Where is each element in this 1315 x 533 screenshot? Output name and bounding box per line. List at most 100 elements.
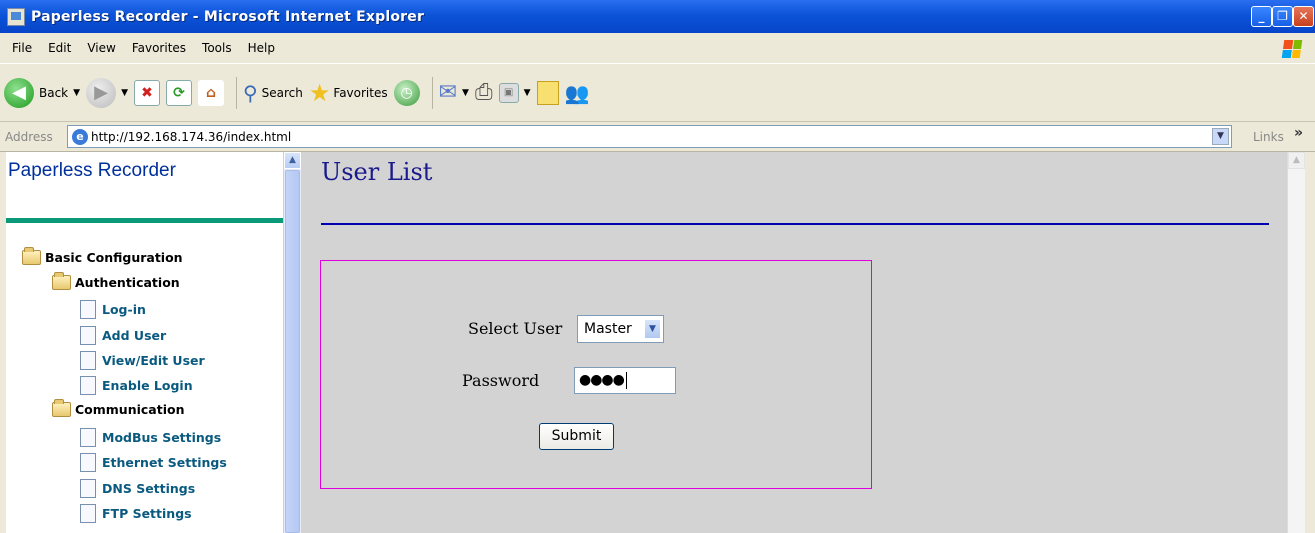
page-icon xyxy=(80,300,96,319)
tree-label: Log-in xyxy=(102,302,146,317)
page-icon xyxy=(80,504,96,523)
history-icon: ◷ xyxy=(393,79,420,106)
window-titlebar[interactable]: Paperless Recorder - Microsoft Internet … xyxy=(0,0,1315,33)
messenger-icon: 👥 xyxy=(564,80,590,105)
standard-toolbar: ◀ Back ▼ ▶ ▼ ✖ ⟳ ⌂ ⚲ Search ★ Favorites … xyxy=(0,64,1315,122)
forward-dropdown-icon[interactable]: ▼ xyxy=(121,88,128,98)
note-button[interactable] xyxy=(536,80,559,105)
tree-folder-basic-configuration[interactable]: Basic Configuration xyxy=(22,247,183,265)
submit-button[interactable]: Submit xyxy=(539,423,614,450)
home-button[interactable]: ⌂ xyxy=(197,79,224,106)
mail-icon: ✉ xyxy=(438,80,458,105)
back-dropdown-icon[interactable]: ▼ xyxy=(73,88,80,98)
refresh-button[interactable]: ⟳ xyxy=(165,79,192,106)
search-label: Search xyxy=(261,85,303,100)
tree-label: FTP Settings xyxy=(102,506,192,521)
menu-favorites[interactable]: Favorites xyxy=(124,41,194,55)
minimize-button[interactable]: _ xyxy=(1251,6,1272,27)
tree-item-ethernet-settings[interactable]: Ethernet Settings xyxy=(80,453,227,472)
tree-label: Basic Configuration xyxy=(45,250,183,265)
page-icon xyxy=(80,453,96,472)
messenger-button[interactable]: 👥 xyxy=(565,81,590,105)
tree-item-modbus-settings[interactable]: ModBus Settings xyxy=(80,428,221,447)
ie-window-icon[interactable] xyxy=(7,7,25,26)
scroll-thumb[interactable] xyxy=(285,170,300,533)
folder-open-icon xyxy=(22,247,41,265)
forward-arrow-icon: ▶ xyxy=(86,77,117,108)
brand-title: Paperless Recorder xyxy=(8,160,176,181)
user-select[interactable]: Master ▼ xyxy=(577,315,664,343)
tree-item-view-edit-user[interactable]: View/Edit User xyxy=(80,351,205,370)
stop-button[interactable]: ✖ xyxy=(133,79,160,106)
search-icon: ⚲ xyxy=(242,80,258,105)
tree-item-enable-login[interactable]: Enable Login xyxy=(80,376,193,395)
address-bar: Address e http://192.168.174.36/index.ht… xyxy=(0,122,1315,152)
edit-dropdown-icon[interactable]: ▼ xyxy=(524,88,531,98)
tree-label: DNS Settings xyxy=(102,481,196,496)
favorites-button[interactable]: ★ Favorites xyxy=(309,79,388,107)
folder-open-icon xyxy=(52,399,71,417)
tree-label: Authentication xyxy=(75,275,180,290)
ie-page-icon: e xyxy=(72,128,88,145)
page-icon xyxy=(80,479,96,498)
history-button[interactable]: ◷ xyxy=(393,79,420,106)
windows-logo-icon xyxy=(1281,40,1303,58)
tree-item-dns-settings[interactable]: DNS Settings xyxy=(80,479,195,498)
tree-folder-communication[interactable]: Communication xyxy=(52,399,185,417)
back-button[interactable]: ◀ Back ▼ xyxy=(4,77,80,108)
close-button[interactable]: ✕ xyxy=(1293,6,1314,27)
print-icon: ⎙ xyxy=(474,80,493,105)
page-icon xyxy=(80,351,96,370)
tree-folder-authentication[interactable]: Authentication xyxy=(52,272,180,290)
page-icon xyxy=(80,376,96,395)
folder-open-icon xyxy=(52,272,71,290)
menu-bar: File Edit View Favorites Tools Help xyxy=(0,33,1315,64)
menu-tools[interactable]: Tools xyxy=(194,41,240,55)
tree-label: Add User xyxy=(102,328,167,343)
scroll-up-icon[interactable]: ▲ xyxy=(1288,152,1305,169)
nav-frame: Paperless Recorder Basic Configuration A… xyxy=(0,152,283,533)
address-input[interactable]: e http://192.168.174.36/index.html ▼ xyxy=(67,125,1232,148)
search-button[interactable]: ⚲ Search xyxy=(243,81,303,105)
toolbar-separator xyxy=(431,76,433,109)
back-label: Back xyxy=(39,85,69,100)
menu-file[interactable]: File xyxy=(4,41,40,55)
address-label: Address xyxy=(5,129,53,144)
menu-help[interactable]: Help xyxy=(240,41,283,55)
tree-label: Ethernet Settings xyxy=(102,455,227,470)
back-arrow-icon: ◀ xyxy=(4,77,34,108)
mail-button[interactable]: ✉ ▼ xyxy=(439,80,469,105)
tree-label: ModBus Settings xyxy=(102,430,222,445)
password-field[interactable]: ●●●● xyxy=(574,367,676,394)
scroll-up-icon[interactable]: ▲ xyxy=(284,152,301,169)
favorites-label: Favorites xyxy=(333,85,388,100)
favorites-star-icon: ★ xyxy=(308,78,331,107)
print-button[interactable]: ⎙ xyxy=(475,80,493,105)
tree-item-log-in[interactable]: Log-in xyxy=(80,300,146,319)
mail-dropdown-icon[interactable]: ▼ xyxy=(462,88,469,98)
toolbar-separator xyxy=(235,76,237,109)
links-label[interactable]: Links xyxy=(1253,130,1284,144)
password-mask: ●●●● xyxy=(579,372,625,388)
address-dropdown-icon[interactable]: ▼ xyxy=(1212,128,1229,145)
menu-edit[interactable]: Edit xyxy=(40,41,79,55)
address-url: http://192.168.174.36/index.html xyxy=(91,129,292,144)
nav-scrollbar[interactable]: ▲ xyxy=(283,152,301,533)
content-scrollbar[interactable]: ▲ xyxy=(1287,152,1305,533)
tree-item-ftp-settings[interactable]: FTP Settings xyxy=(80,504,192,523)
password-label: Password xyxy=(462,371,540,390)
menu-view[interactable]: View xyxy=(79,41,123,55)
chevron-down-icon[interactable]: ▼ xyxy=(644,319,661,339)
content-frame: User List Select User Master ▼ Password … xyxy=(301,152,1287,533)
title-divider xyxy=(321,223,1269,225)
page-title: User List xyxy=(321,158,433,186)
login-form: Select User Master ▼ Password ●●●● Submi… xyxy=(320,260,872,489)
links-chevron-icon[interactable]: » xyxy=(1294,125,1303,141)
forward-button[interactable]: ▶ ▼ xyxy=(86,77,128,108)
tree-item-add-user[interactable]: Add User xyxy=(80,326,166,345)
tree-label: View/Edit User xyxy=(102,353,205,368)
note-icon xyxy=(536,80,559,105)
window-title: Paperless Recorder - Microsoft Internet … xyxy=(31,8,425,25)
edit-button[interactable]: ▣ ▼ xyxy=(498,82,531,103)
maximize-button[interactable]: ❐ xyxy=(1272,6,1293,27)
